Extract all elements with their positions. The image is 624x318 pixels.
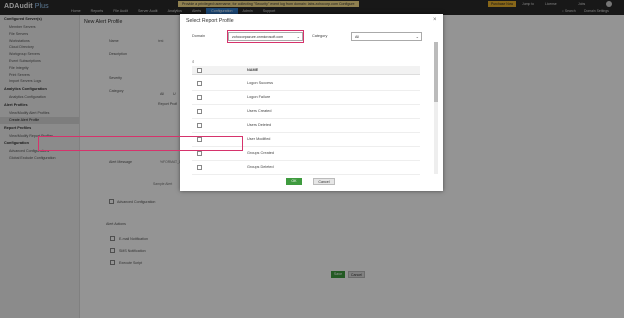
row-checkbox[interactable]: [197, 95, 202, 100]
domain-highlight-box: [227, 30, 304, 43]
search-icon[interactable]: ⌕: [192, 59, 195, 64]
category-select[interactable]: All ⌄: [351, 32, 422, 41]
row-checkbox[interactable]: [197, 123, 202, 128]
table-row[interactable]: Logon Success: [192, 77, 420, 91]
row-checkbox[interactable]: [197, 109, 202, 114]
dialog-title: Select Report Profile: [186, 18, 234, 24]
column-header-name: NAME: [247, 68, 259, 72]
table-row[interactable]: Users Deleted: [192, 119, 420, 133]
table-row[interactable]: Groups Deleted: [192, 161, 420, 175]
row-name: Logon Failure: [247, 95, 271, 99]
row-name: Users Created: [247, 109, 272, 113]
dialog-scrollbar[interactable]: [434, 42, 438, 174]
close-icon[interactable]: ×: [433, 17, 437, 23]
ok-button[interactable]: OK: [286, 178, 302, 185]
category-label-dialog: Category: [312, 34, 328, 38]
row-name: User Modified: [247, 137, 271, 141]
table-header: NAME: [192, 66, 420, 75]
row-name: Users Deleted: [247, 123, 272, 127]
scrollbar-thumb[interactable]: [434, 42, 438, 102]
table-row[interactable]: Logon Failure: [192, 91, 420, 105]
table-row[interactable]: Users Created: [192, 105, 420, 119]
row-checkbox[interactable]: [197, 81, 202, 86]
row-checkbox[interactable]: [197, 151, 202, 156]
select-report-profile-dialog: Select Report Profile × Domain zohocorpa…: [180, 14, 443, 191]
dialog-cancel-button[interactable]: Cancel: [313, 178, 335, 185]
user-modified-highlight-box: [38, 136, 243, 151]
row-name: Logon Success: [247, 81, 273, 85]
select-all-checkbox[interactable]: [197, 68, 202, 73]
domain-label: Domain: [192, 34, 206, 38]
row-name: Groups Deleted: [247, 165, 274, 169]
row-name: Groups Created: [247, 151, 275, 155]
chevron-down-icon: ⌄: [415, 34, 419, 39]
row-checkbox[interactable]: [197, 165, 202, 170]
